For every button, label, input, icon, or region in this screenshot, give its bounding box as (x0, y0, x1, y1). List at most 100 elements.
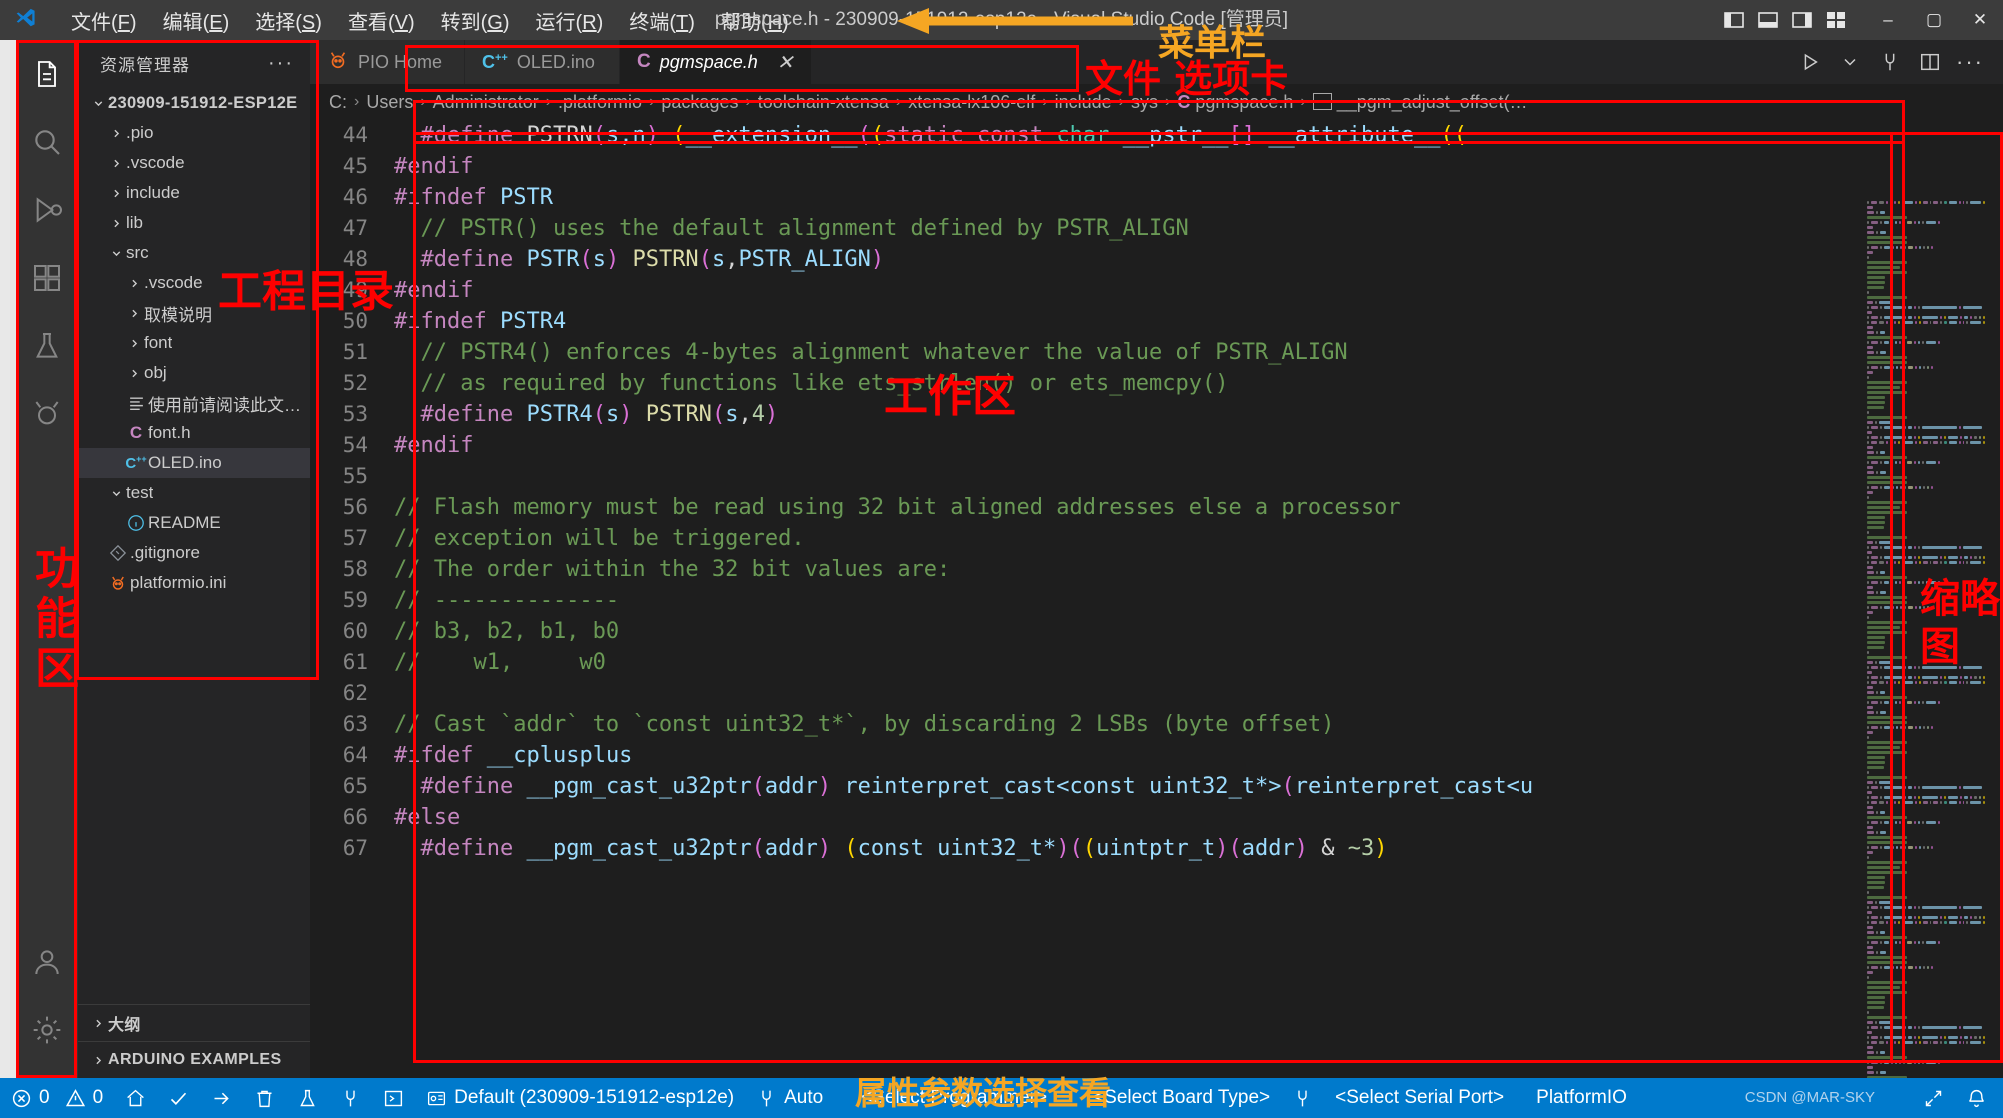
activity-run-debug[interactable] (16, 176, 78, 244)
status-select-serial-port[interactable]: <Select Serial Port> (1324, 1078, 1515, 1118)
breadcrumb-item[interactable]: packages (656, 92, 743, 113)
status-pio-upload[interactable] (200, 1078, 243, 1118)
status-bell[interactable] (1955, 1078, 2003, 1118)
status-pio-build[interactable] (157, 1078, 200, 1118)
window-maximize-button[interactable]: ▢ (1911, 0, 1957, 40)
minimap-line (1863, 911, 1985, 915)
tree-item-OLED.ino[interactable]: C++ OLED.ino (78, 448, 310, 478)
status-serial-port-icon[interactable] (1281, 1078, 1324, 1118)
activity-extensions[interactable] (16, 244, 78, 312)
tree-item-obj[interactable]: obj (78, 358, 310, 388)
activity-testing[interactable] (16, 312, 78, 380)
explorer-more-icon[interactable]: ··· (268, 52, 294, 75)
tree-item-README[interactable]: README (78, 508, 310, 538)
menu-view[interactable]: 查看(V) (335, 2, 428, 39)
minimap-line (1863, 246, 1985, 250)
breadcrumb-item[interactable]: include (1050, 92, 1117, 113)
menu-selection[interactable]: 选择(S) (242, 2, 335, 39)
minimap-line (1863, 536, 1985, 540)
menu-edit[interactable]: 编辑(E) (150, 2, 243, 39)
editor-scrollbar[interactable] (1987, 200, 2003, 1078)
menu-file[interactable]: 文件(F) (58, 2, 150, 39)
breadcrumb-item[interactable]: Administrator (428, 92, 544, 113)
breadcrumb-item[interactable]: sys (1126, 92, 1163, 113)
tree-item-[interactable]: 取模说明 (78, 298, 310, 328)
status-platformio[interactable]: PlatformIO (1525, 1078, 1638, 1118)
tab-close-icon[interactable]: ✕ (777, 50, 794, 75)
toggle-secondary-sidebar-icon[interactable] (1787, 5, 1817, 35)
breadcrumb-item[interactable]: toolchain-xtensa (753, 92, 894, 113)
breadcrumb-item[interactable]: __pgm_adjust_offset(… (1308, 92, 1533, 113)
status-pio-port-auto[interactable]: Auto (745, 1078, 834, 1118)
minimap[interactable] (1863, 200, 1985, 1078)
window-close-button[interactable]: ✕ (1957, 0, 2003, 40)
status-remote-indicator[interactable] (1912, 1078, 1955, 1118)
tab-pgmspace-h[interactable]: C pgmspace.h ✕ (620, 40, 812, 84)
status-pio-serial-monitor[interactable] (329, 1078, 372, 1118)
chevron-down-icon[interactable] (1831, 40, 1869, 84)
minimap-line (1863, 311, 1985, 315)
tree-item-.gitignore[interactable]: .gitignore (78, 538, 310, 568)
tree-item-.vscode[interactable]: .vscode (78, 148, 310, 178)
tree-item-lib[interactable]: lib (78, 208, 310, 238)
ellipsis-icon[interactable]: ··· (1951, 40, 1989, 84)
tree-item-label: lib (126, 213, 144, 232)
activity-platformio[interactable] (16, 380, 78, 448)
sidebar-section-arduino-examples[interactable]: ARDUINO EXAMPLES (78, 1041, 310, 1078)
menu-run[interactable]: 运行(R) (523, 2, 617, 39)
toggle-panel-icon[interactable] (1753, 5, 1783, 35)
menu-go[interactable]: 转到(G) (428, 2, 523, 39)
tree-item-.vscode[interactable]: .vscode (78, 268, 310, 298)
breadcrumb-item[interactable]: .platformio (553, 92, 647, 113)
tree-root-folder[interactable]: 230909-151912-ESP12E (78, 88, 310, 118)
code-editor[interactable]: 44 #define PSTRN(s,n) (__extension__((st… (310, 120, 2003, 1078)
activity-search[interactable] (16, 108, 78, 176)
cpp-file-icon: C++ (482, 51, 508, 72)
error-icon (12, 1089, 31, 1107)
status-problems[interactable]: 0 0 (0, 1078, 114, 1118)
minimap-line (1863, 421, 1985, 425)
tree-item-[interactable]: 使用前请阅读此文档… (78, 388, 310, 418)
split-icon[interactable] (1911, 40, 1949, 84)
tab-pio-home[interactable]: PIO Home (310, 40, 465, 84)
activity-settings[interactable] (16, 996, 78, 1064)
activity-explorer[interactable] (16, 40, 78, 108)
minimap-line (1863, 1031, 1985, 1035)
breadcrumb-item[interactable]: C pgmspace.h (1172, 92, 1298, 113)
customize-layout-icon[interactable] (1821, 5, 1851, 35)
status-select-programmer[interactable]: <Select Programmer> (850, 1078, 1058, 1118)
menu-terminal[interactable]: 终端(T) (616, 2, 708, 39)
plug-icon[interactable] (1871, 40, 1909, 84)
tab-pgmspace-h-label: pgmspace.h (659, 51, 758, 72)
tree-item-include[interactable]: include (78, 178, 310, 208)
minimap-line (1863, 306, 1985, 310)
line-content: // The order within the 32 bit values ar… (394, 557, 951, 582)
minimap-line (1863, 361, 1985, 365)
tree-item-.pio[interactable]: .pio (78, 118, 310, 148)
toggle-primary-sidebar-icon[interactable] (1719, 5, 1749, 35)
menu-help[interactable]: 帮助(H) (708, 2, 802, 39)
activity-accounts[interactable] (16, 928, 78, 996)
minimap-line (1863, 986, 1985, 990)
status-select-board-type[interactable]: <Select Board Type> (1082, 1078, 1281, 1118)
window-minimize-button[interactable]: – (1865, 0, 1911, 40)
breadcrumb-item[interactable]: Users (361, 92, 418, 113)
tree-item-font.h[interactable]: Cfont.h (78, 418, 310, 448)
code-lines[interactable]: 44 #define PSTRN(s,n) (__extension__((st… (310, 120, 1863, 1078)
status-pio-clean[interactable] (243, 1078, 286, 1118)
tree-item-platformio.ini[interactable]: platformio.ini (78, 568, 310, 598)
tree-item-test[interactable]: test (78, 478, 310, 508)
status-pio-terminal[interactable] (372, 1078, 415, 1118)
tree-item-src[interactable]: src (78, 238, 310, 268)
breadcrumb-item[interactable]: C: (324, 92, 352, 113)
play-icon[interactable] (1791, 40, 1829, 84)
status-pio-home[interactable] (114, 1078, 157, 1118)
status-pio-project-env[interactable]: Default (230909-151912-esp12e) (415, 1078, 745, 1118)
breadcrumb-item[interactable]: xtensa-lx106-elf (903, 92, 1040, 113)
line-content: #endif (394, 278, 474, 303)
tree-item-label: font.h (148, 423, 191, 442)
tab-oled-ino[interactable]: C++ OLED.ino (465, 40, 620, 84)
tree-item-font[interactable]: font (78, 328, 310, 358)
status-pio-test[interactable] (286, 1078, 329, 1118)
sidebar-section-outline[interactable]: 大纲 (78, 1004, 310, 1041)
